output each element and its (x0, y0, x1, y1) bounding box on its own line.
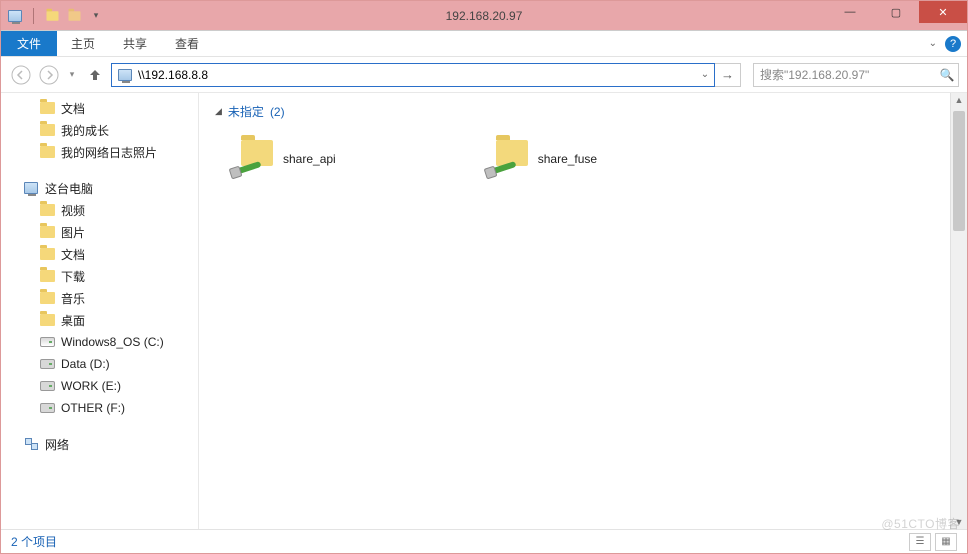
sidebar-item-pictures[interactable]: 图片 (1, 221, 198, 243)
sidebar-item-documents2[interactable]: 文档 (1, 243, 198, 265)
address-icon (116, 66, 134, 84)
body: 文档 我的成长 我的网络日志照片 这台电脑 视频 图片 文档 下载 音乐 桌面 … (1, 93, 967, 529)
minimize-button[interactable]: — (827, 1, 873, 23)
sidebar-item-blogphotos[interactable]: 我的网络日志照片 (1, 141, 198, 163)
forward-button[interactable] (37, 63, 61, 87)
separator (33, 8, 34, 24)
maximize-button[interactable]: ▢ (873, 1, 919, 23)
tab-view[interactable]: 查看 (161, 31, 213, 56)
sidebar-item-label: 网络 (45, 436, 69, 453)
sidebar-item-label: 文档 (61, 100, 85, 117)
sidebar-item-documents[interactable]: 文档 (1, 97, 198, 119)
sidebar-item-downloads[interactable]: 下载 (1, 265, 198, 287)
item-label: share_fuse (538, 152, 597, 166)
explorer-window: ▾ 192.168.20.97 — ▢ ✕ 文件 主页 共享 查看 ⌄ ? ▾ (0, 0, 968, 554)
tab-home[interactable]: 主页 (57, 31, 109, 56)
group-header[interactable]: ◢ 未指定 (2) (215, 103, 950, 120)
content-wrap: ◢ 未指定 (2) share_api (199, 93, 967, 529)
sidebar-item-label: 图片 (61, 224, 85, 241)
icons-view-button[interactable]: ▦ (935, 533, 957, 551)
sidebar-item-label: 下载 (61, 268, 85, 285)
window-controls: — ▢ ✕ (827, 1, 967, 23)
search-input[interactable] (754, 65, 936, 85)
sidebar-item-growth[interactable]: 我的成长 (1, 119, 198, 141)
sidebar-item-drive-e[interactable]: WORK (E:) (1, 375, 198, 397)
group-count: (2) (270, 105, 285, 119)
quick-access-toolbar: ▾ (1, 8, 104, 24)
history-dropdown[interactable]: ▾ (65, 63, 79, 87)
search-box[interactable]: 🔍 (753, 63, 959, 87)
go-refresh-button[interactable]: → (715, 63, 741, 87)
vertical-scrollbar[interactable]: ▲ ▼ (950, 93, 967, 529)
sidebar-item-videos[interactable]: 视频 (1, 199, 198, 221)
window-title: 192.168.20.97 (1, 9, 967, 23)
app-icon (7, 8, 23, 24)
sidebar-item-label: WORK (E:) (61, 379, 121, 393)
sidebar-item-drive-f[interactable]: OTHER (F:) (1, 397, 198, 419)
folder-item[interactable]: share_api (233, 140, 336, 178)
ribbon-expand-icon[interactable]: ⌄ (929, 38, 937, 49)
scroll-down-icon[interactable]: ▼ (951, 517, 967, 527)
search-icon[interactable]: 🔍 (936, 68, 958, 82)
tab-share[interactable]: 共享 (109, 31, 161, 56)
address-dropdown-icon[interactable]: ⌄ (696, 69, 714, 80)
scroll-up-icon[interactable]: ▲ (951, 95, 967, 105)
folder-item[interactable]: share_fuse (488, 140, 597, 178)
sidebar-item-label: 这台电脑 (45, 180, 93, 197)
share-folder-icon (233, 140, 275, 178)
qat-dropdown-icon[interactable]: ▾ (88, 8, 104, 24)
up-button[interactable] (83, 63, 107, 87)
sidebar-item-label: 我的成长 (61, 122, 109, 139)
navigation-pane[interactable]: 文档 我的成长 我的网络日志照片 这台电脑 视频 图片 文档 下载 音乐 桌面 … (1, 93, 199, 529)
address-bar[interactable]: ⌄ (111, 63, 715, 87)
help-icon[interactable]: ? (945, 36, 961, 52)
sidebar-item-label: OTHER (F:) (61, 401, 125, 415)
back-button[interactable] (9, 63, 33, 87)
qat-newfolder-icon[interactable] (66, 8, 82, 24)
share-folder-icon (488, 140, 530, 178)
sidebar-item-label: 我的网络日志照片 (61, 144, 157, 161)
item-label: share_api (283, 152, 336, 166)
scroll-thumb[interactable] (953, 111, 965, 231)
address-input[interactable] (138, 65, 696, 85)
sidebar-item-desktop[interactable]: 桌面 (1, 309, 198, 331)
group-label: 未指定 (228, 103, 264, 120)
sidebar-item-music[interactable]: 音乐 (1, 287, 198, 309)
content-pane[interactable]: ◢ 未指定 (2) share_api (199, 93, 950, 529)
details-view-button[interactable]: ☰ (909, 533, 931, 551)
sidebar-item-drive-c[interactable]: Windows8_OS (C:) (1, 331, 198, 353)
view-buttons: ☰ ▦ (909, 533, 957, 551)
sidebar-item-label: Data (D:) (61, 357, 110, 371)
statusbar: 2 个项目 ☰ ▦ (1, 529, 967, 553)
titlebar: ▾ 192.168.20.97 — ▢ ✕ (1, 1, 967, 31)
sidebar-item-label: 音乐 (61, 290, 85, 307)
sidebar-item-thispc[interactable]: 这台电脑 (1, 177, 198, 199)
sidebar-item-label: Windows8_OS (C:) (61, 335, 164, 349)
sidebar-item-drive-d[interactable]: Data (D:) (1, 353, 198, 375)
collapse-icon[interactable]: ◢ (215, 106, 222, 117)
ribbon: 文件 主页 共享 查看 ⌄ ? (1, 31, 967, 57)
navbar: ▾ ⌄ → 🔍 (1, 57, 967, 93)
items-area: share_api share_fuse (209, 120, 950, 178)
sidebar-item-network[interactable]: 网络 (1, 433, 198, 455)
sidebar-item-label: 文档 (61, 246, 85, 263)
file-tab[interactable]: 文件 (1, 31, 57, 56)
status-text: 2 个项目 (11, 533, 57, 550)
close-button[interactable]: ✕ (919, 1, 967, 23)
qat-properties-icon[interactable] (44, 8, 60, 24)
sidebar-item-label: 桌面 (61, 312, 85, 329)
sidebar-item-label: 视频 (61, 202, 85, 219)
